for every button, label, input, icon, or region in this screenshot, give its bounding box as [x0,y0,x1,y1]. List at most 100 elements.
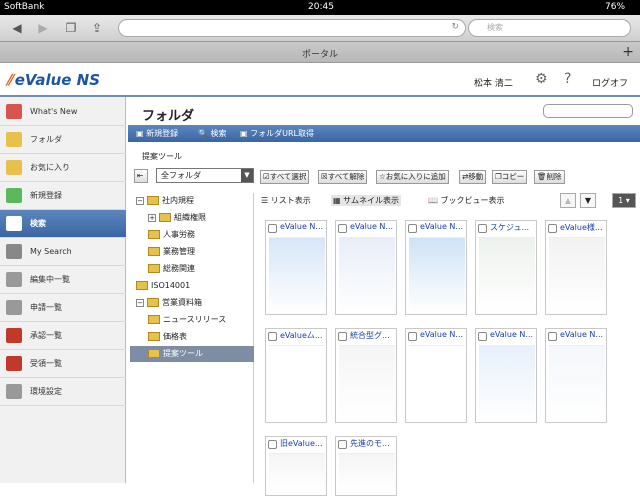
document-card[interactable]: eValue厶... [265,328,327,423]
deselect-all-button[interactable]: ☒すべて解除 [318,170,368,184]
thumbnail-view-button[interactable]: ▦ サムネイル表示 [331,195,401,206]
document-card[interactable]: eValue N... [335,220,397,315]
document-thumbnail[interactable] [549,345,605,421]
document-thumbnail[interactable] [479,345,535,421]
card-checkbox[interactable] [338,440,347,449]
document-thumbnail[interactable] [479,237,535,313]
card-title[interactable]: eValue厶... [280,330,327,341]
document-card[interactable]: 先進のモ... [335,436,397,496]
tree-node[interactable]: 業務管理 [130,244,195,260]
card-title[interactable]: eValue N... [420,330,467,339]
tree-node[interactable]: ニュースリリース [130,312,226,328]
collapse-icon[interactable]: − [136,298,144,307]
document-thumbnail[interactable] [269,453,325,493]
document-thumbnail[interactable] [269,345,325,421]
tree-node[interactable]: 価格表 [130,329,187,345]
sidebar-item-8[interactable]: 承認一覧 [0,322,126,350]
tree-node[interactable]: 総務関連 [130,261,195,277]
sidebar-item-9[interactable]: 受領一覧 [0,350,126,378]
url-bar[interactable]: ↻ [118,19,466,37]
card-checkbox[interactable] [268,440,277,449]
document-card[interactable]: eValue N... [265,220,327,315]
card-checkbox[interactable] [338,332,347,341]
card-title[interactable]: 旧eValue... [280,438,327,449]
card-title[interactable]: eValue N... [420,222,467,231]
document-card[interactable]: スケジュ... [475,220,537,315]
document-card[interactable]: eValue N... [405,220,467,315]
tree-node[interactable]: 人事労務 [130,227,195,243]
card-title[interactable]: eValue N... [280,222,327,231]
share-icon[interactable]: ⇪ [88,19,106,37]
card-checkbox[interactable] [408,332,417,341]
document-thumbnail[interactable] [339,237,395,313]
tree-node[interactable]: ISO14001 [130,278,190,294]
tree-node[interactable]: − 社内規程 [130,193,194,209]
app-logo[interactable]: ⫽ eValue NS [6,71,100,89]
sidebar-item-2[interactable]: お気に入り [0,154,126,182]
list-view-button[interactable]: ☰ リスト表示 [261,195,311,206]
document-thumbnail[interactable] [409,345,465,421]
card-checkbox[interactable] [478,224,487,233]
tree-node[interactable]: 提案ツール [130,346,254,362]
tab-portal[interactable]: ポータル [0,47,640,60]
card-title[interactable]: eValue N... [350,222,397,231]
card-checkbox[interactable] [408,224,417,233]
document-thumbnail[interactable] [549,237,605,313]
delete-button[interactable]: 🗑削除 [534,170,565,184]
forward-icon[interactable]: ▶ [34,19,52,37]
browser-search-input[interactable]: 検索 [468,19,631,37]
page-select[interactable]: 1 ▾ [612,193,636,208]
document-card[interactable]: eValue N... [405,328,467,423]
prev-page-button[interactable]: ▲ [560,193,576,208]
copy-button[interactable]: ❐コピー [492,170,528,184]
new-tab-button[interactable]: + [622,44,634,60]
next-page-button[interactable]: ▼ [580,193,596,208]
logout-link[interactable]: ログオフ [592,76,628,89]
card-title[interactable]: eValue N... [560,330,607,339]
sidebar-item-6[interactable]: 編集中一覧 [0,266,126,294]
reload-icon[interactable]: ↻ [451,22,459,32]
sidebar-item-5[interactable]: My Search [0,238,126,266]
sidebar-item-1[interactable]: フォルダ [0,126,126,154]
search-button[interactable]: 🔍 検索 [198,128,227,139]
card-checkbox[interactable] [548,224,557,233]
document-card[interactable]: eValue N... [475,328,537,423]
document-card[interactable]: eValue様... [545,220,607,315]
document-card[interactable]: 旧eValue... [265,436,327,496]
collapse-icon[interactable]: − [136,196,144,205]
document-card[interactable]: 統合型グ... [335,328,397,423]
back-icon[interactable]: ◀ [8,19,26,37]
tree-node[interactable]: + 組織権限 [130,210,206,226]
sidebar-item-7[interactable]: 申請一覧 [0,294,126,322]
document-thumbnail[interactable] [269,237,325,313]
document-thumbnail[interactable] [339,453,395,493]
help-icon[interactable]: ? [564,71,571,87]
move-button[interactable]: ⇄移動 [459,170,487,184]
sidebar-item-0[interactable]: What's New [0,98,126,126]
bookmarks-icon[interactable]: ❐ [62,19,80,37]
document-thumbnail[interactable] [409,237,465,313]
card-checkbox[interactable] [268,332,277,341]
folder-url-button[interactable]: ▣ フォルダURL取得 [240,128,314,139]
card-title[interactable]: eValue N... [490,330,537,339]
gear-icon[interactable]: ⚙ [535,71,548,87]
card-checkbox[interactable] [478,332,487,341]
expand-icon[interactable]: + [148,213,156,222]
tree-node[interactable]: − 営業資料箱 [130,295,202,311]
sidebar-item-10[interactable]: 環境設定 [0,378,126,406]
folder-select[interactable]: 全フォルダ ▼ [156,168,254,183]
card-title[interactable]: 先進のモ... [350,438,397,449]
book-view-button[interactable]: 📖 ブックビュー表示 [428,195,505,206]
select-all-button[interactable]: ☑すべて選択 [260,170,310,184]
card-title[interactable]: 統合型グ... [350,330,397,341]
sidebar-item-3[interactable]: 新規登録 [0,182,126,210]
add-favorite-button[interactable]: ☆お気に入りに追加 [376,170,449,184]
collapse-tree-button[interactable]: ⇤ [134,169,148,183]
card-checkbox[interactable] [548,332,557,341]
card-checkbox[interactable] [338,224,347,233]
document-card[interactable]: eValue N... [545,328,607,423]
new-register-button[interactable]: ▣ 新規登録 [136,128,178,139]
document-thumbnail[interactable] [339,345,395,421]
card-checkbox[interactable] [268,224,277,233]
card-title[interactable]: eValue様... [560,222,607,233]
